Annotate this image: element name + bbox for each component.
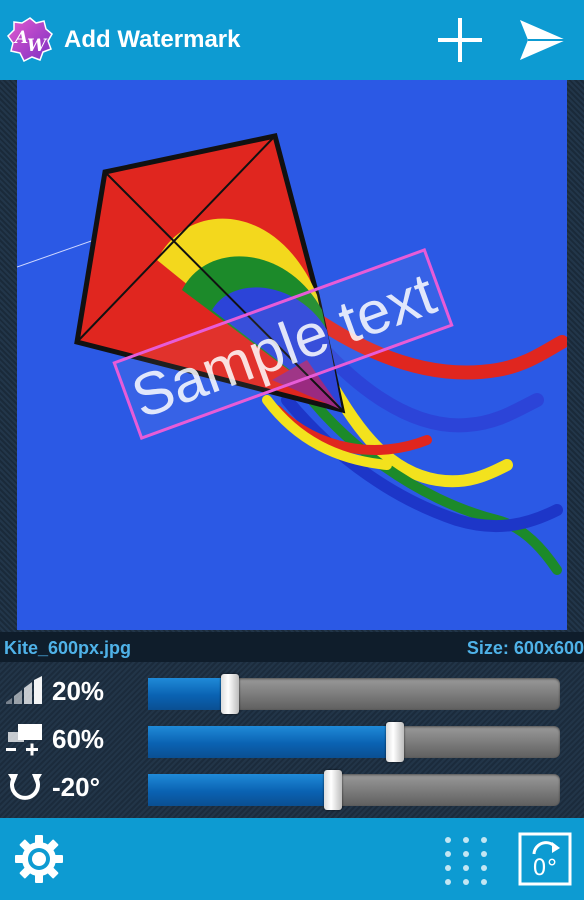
gear-icon [15,835,63,883]
rotate-image-button[interactable]: 0° [518,832,572,886]
send-button[interactable] [512,12,572,68]
rotate-angle-label: 0° [532,856,558,881]
scale-value: 60% [52,724,105,754]
scale-slider[interactable] [148,722,560,762]
rotation-value: -20° [52,772,100,802]
rotation-slider[interactable] [148,770,560,810]
grid-icon [445,837,487,885]
image-size: Size: 600x600 [466,638,584,658]
app-logo: A W [6,16,54,63]
scale-slider-thumb[interactable] [386,722,405,762]
app-bar: A W Add Watermark [0,0,584,80]
opacity-icon [4,674,46,708]
grid-button[interactable] [440,834,492,886]
scale-icon [4,722,46,756]
settings-button[interactable] [12,832,66,886]
plus-icon [438,18,482,62]
scale-row: 60% [0,714,584,762]
opacity-slider-thumb[interactable] [221,674,240,714]
photo-preview[interactable]: Sample text [17,80,567,630]
opacity-slider[interactable] [148,674,560,714]
send-icon [520,20,566,60]
rotate-icon [4,770,46,804]
add-button[interactable] [432,12,488,68]
rotation-slider-thumb[interactable] [324,770,343,810]
controls-panel: 20% 60% -20° [0,662,584,818]
rotation-row: -20° [0,762,584,810]
svg-text:A: A [13,28,28,48]
page-title: Add Watermark [64,26,241,53]
bottom-bar: 0° [0,818,584,900]
info-bar: Kite_600px.jpg Size: 600x600 [0,632,584,662]
svg-text:W: W [27,36,48,56]
opacity-row: 20% [0,666,584,714]
opacity-value: 20% [52,676,105,706]
file-name: Kite_600px.jpg [4,638,132,658]
